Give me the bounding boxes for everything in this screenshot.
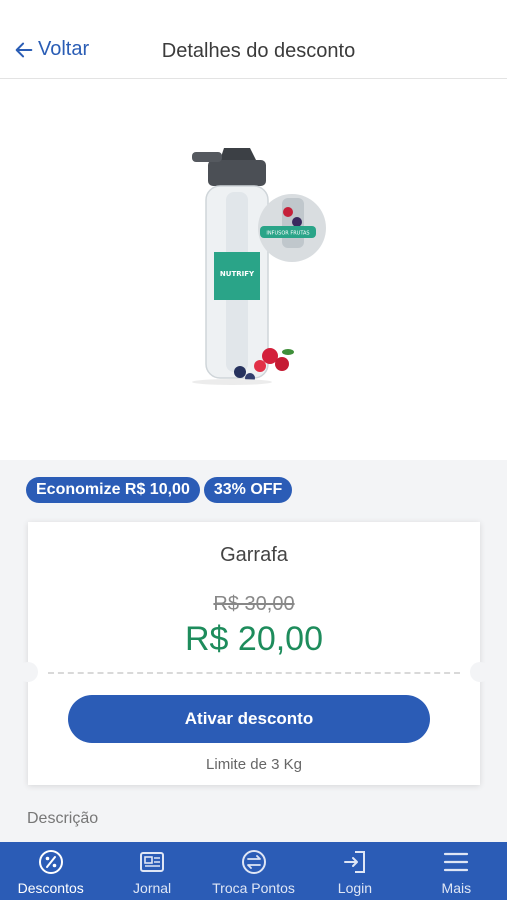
discount-section: Economize R$ 10,00 33% OFF Garrafa R$ 30… (0, 460, 507, 842)
tab-label: Descontos (17, 880, 84, 896)
header: Voltar Detalhes do desconto (0, 0, 507, 79)
sticker-text: INFUSOR FRUTAS (266, 231, 309, 237)
exchange-icon (241, 850, 266, 874)
old-price: R$ 30,00 (213, 593, 295, 615)
tab-troca-pontos[interactable]: Troca Pontos (203, 842, 304, 900)
login-icon (343, 851, 365, 873)
product-name: Garrafa (220, 544, 288, 566)
tab-label: Mais (441, 880, 472, 896)
bottle-image: NUTRIFY INFUSOR FRUTAS (192, 148, 326, 385)
description-label: Descrição (27, 810, 99, 827)
coupon-card: Garrafa R$ 30,00 R$ 20,00 Ativar descont… (18, 522, 490, 785)
coupon-divider (48, 672, 460, 674)
bottom-tab-bar: Descontos Jornal Troca Pontos Login Mais (0, 842, 507, 900)
newspaper-icon (140, 852, 165, 872)
new-price: R$ 20,00 (185, 620, 323, 658)
tab-label: Login (337, 880, 373, 896)
menu-icon (444, 852, 469, 872)
coupon-notch-left (18, 662, 38, 682)
activate-discount-button[interactable]: Ativar desconto (68, 695, 430, 743)
page-title: Detalhes do desconto (161, 40, 356, 62)
percent-icon (38, 850, 63, 874)
percent-off-badge: 33% OFF (203, 477, 293, 503)
tab-login[interactable]: Login (304, 842, 405, 900)
tab-jornal[interactable]: Jornal (101, 842, 202, 900)
tab-label: Jornal (133, 880, 172, 896)
tab-label: Troca Pontos (212, 880, 295, 896)
savings-badge: Economize R$ 10,00 (26, 477, 200, 503)
badges: Economize R$ 10,00 33% OFF (26, 477, 293, 503)
limit-text: Limite de 3 Kg (206, 756, 302, 773)
brand-text: NUTRIFY (220, 270, 255, 278)
tab-mais[interactable]: Mais (406, 842, 507, 900)
coupon-notch-right (470, 662, 490, 682)
tab-descontos[interactable]: Descontos (0, 842, 101, 900)
product-image: NUTRIFY INFUSOR FRUTAS (0, 80, 507, 460)
